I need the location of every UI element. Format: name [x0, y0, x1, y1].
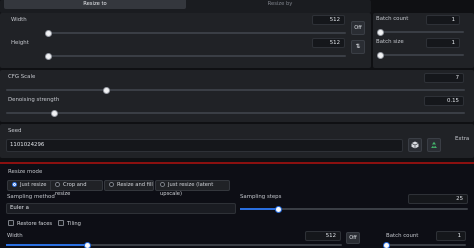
batch-size-input[interactable]: 1	[426, 38, 460, 48]
checkbox-icon	[58, 220, 64, 226]
resize-mode-latent-upscale[interactable]: Just resize (latent upscale)	[155, 180, 230, 197]
sampling-steps-fill	[240, 208, 278, 210]
radio-icon	[160, 182, 165, 187]
width-label: Width	[11, 17, 27, 23]
bottom-width-input[interactable]: 512	[305, 231, 341, 241]
denoising-strength-thumb[interactable]	[51, 109, 58, 117]
sampling-steps-input[interactable]: 25	[408, 194, 468, 204]
radio-icon	[109, 182, 114, 187]
batch-size-label: Batch size	[376, 39, 404, 45]
cfg-scale-thumb[interactable]	[103, 86, 110, 94]
height-slider-thumb[interactable]	[45, 52, 52, 60]
bottom-batch-count-input[interactable]: 1	[436, 231, 466, 241]
batch-count-thumb[interactable]	[377, 28, 384, 36]
cfg-scale-label: CFG Scale	[8, 74, 36, 80]
tab-resize-to[interactable]: Resize to	[4, 0, 186, 9]
bottom-width-thumb[interactable]	[84, 241, 91, 248]
sampling-steps-label: Sampling steps	[240, 194, 282, 200]
sampling-method-value: Euler a	[10, 205, 29, 211]
denoising-strength-input[interactable]: 0.15	[424, 96, 464, 106]
bottom-width-slider[interactable]	[6, 241, 342, 248]
resize-mode-crop-and-resize[interactable]: Crop and resize	[50, 180, 103, 197]
cfg-scale-input[interactable]: 7	[424, 73, 464, 83]
bottom-width-label: Width	[7, 233, 23, 239]
sampling-method-select[interactable]: Euler a	[6, 203, 236, 214]
bottom-width-fill	[6, 244, 86, 246]
resize-option-label: Just resize	[20, 182, 47, 188]
radio-icon	[55, 182, 60, 187]
seed-label: Seed	[8, 128, 22, 134]
width-slider-thumb[interactable]	[45, 29, 52, 37]
resize-mode-label: Resize mode	[8, 169, 43, 175]
recycle-icon[interactable]	[427, 138, 441, 152]
sampling-steps-thumb[interactable]	[275, 205, 282, 213]
extra-checkbox-label[interactable]: Extra	[455, 136, 469, 142]
resize-mode-resize-and-fill[interactable]: Resize and fill	[104, 180, 154, 191]
tiling-label: Tiling	[67, 221, 81, 227]
tiling-checkbox[interactable]: Tiling	[58, 220, 81, 227]
height-label: Height	[11, 40, 29, 46]
width-slider[interactable]	[45, 29, 346, 37]
seed-input[interactable]: 1101024296	[6, 139, 403, 152]
cfg-denoise-panel	[0, 70, 474, 122]
height-input[interactable]: 512	[312, 38, 345, 48]
bottom-batch-count-thumb[interactable]	[383, 241, 390, 248]
radio-selected-icon	[12, 182, 17, 187]
checkbox-icon	[8, 220, 14, 226]
cfg-scale-slider[interactable]	[6, 86, 465, 94]
swap-dimensions-button[interactable]: ⇅	[351, 40, 365, 54]
height-slider[interactable]	[45, 52, 346, 60]
restore-faces-label: Restore faces	[17, 221, 53, 227]
resize-option-label: Resize and fill	[117, 182, 153, 188]
batch-count-slider[interactable]	[377, 28, 464, 36]
sampling-method-label: Sampling method	[7, 194, 55, 200]
dice-icon[interactable]	[408, 138, 422, 152]
bottom-batch-count-label: Batch count	[386, 233, 419, 239]
bottom-off-toggle[interactable]: Off	[346, 232, 360, 244]
batch-count-input[interactable]: 1	[426, 15, 460, 25]
denoising-strength-label: Denoising strength	[8, 97, 60, 103]
batch-size-slider[interactable]	[377, 51, 464, 59]
tab-resize-by[interactable]: Resize by	[190, 0, 370, 9]
batch-size-thumb[interactable]	[377, 51, 384, 59]
bottom-batch-count-slider[interactable]	[383, 241, 466, 248]
off-toggle[interactable]: Off	[351, 21, 365, 35]
denoising-strength-slider[interactable]	[6, 109, 465, 117]
sampling-steps-slider[interactable]	[240, 205, 468, 213]
width-input[interactable]: 512	[312, 15, 345, 25]
restore-faces-checkbox[interactable]: Restore faces	[8, 220, 52, 227]
batch-count-label: Batch count	[376, 16, 409, 22]
